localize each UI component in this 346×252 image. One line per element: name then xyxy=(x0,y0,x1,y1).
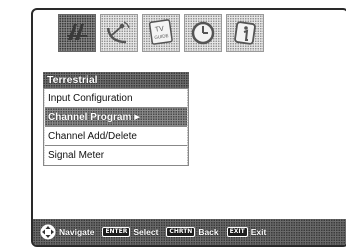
enter-key-icon: ENTER xyxy=(102,227,131,237)
info-icon[interactable] xyxy=(226,14,264,52)
timer-icon[interactable] xyxy=(184,14,222,52)
footer-hints: Navigate ENTER Select CHRTN Back EXIT Ex… xyxy=(33,219,346,245)
navigate-hint: Navigate xyxy=(40,224,94,240)
menu-item-label: Signal Meter xyxy=(48,150,105,161)
satellite-icon[interactable] xyxy=(100,14,138,52)
tv-guide-icon[interactable]: TV GUIDE xyxy=(142,14,180,52)
setup-icon[interactable] xyxy=(58,14,96,52)
menu-item-channel-program[interactable]: Channel Program ▶ xyxy=(45,108,187,127)
menu-list: Input Configuration Channel Program ▶ Cha… xyxy=(43,88,189,166)
back-hint: CHRTN Back xyxy=(166,227,219,237)
select-hint: ENTER Select xyxy=(102,227,158,237)
menu-item-label: Input Configuration xyxy=(48,93,133,104)
menu-item-label: Channel Program xyxy=(48,112,132,123)
menu-item-input-configuration[interactable]: Input Configuration xyxy=(45,89,187,108)
menu-item-signal-meter[interactable]: Signal Meter xyxy=(45,146,187,165)
satellite-dish-glyph xyxy=(106,21,130,44)
info-glyph xyxy=(234,21,256,45)
dpad-icon xyxy=(40,224,56,240)
menu-item-label: Channel Add/Delete xyxy=(48,131,137,142)
chrtn-key-icon: CHRTN xyxy=(166,227,196,237)
exit-hint: EXIT Exit xyxy=(226,227,267,237)
back-label: Back xyxy=(198,227,219,237)
menu-item-channel-add-delete[interactable]: Channel Add/Delete xyxy=(45,127,187,146)
exit-label: Exit xyxy=(250,227,267,237)
select-label: Select xyxy=(133,227,159,237)
clock-glyph xyxy=(191,21,215,45)
setup-icon-glyph xyxy=(67,24,87,40)
tv-menu-screen: TV GUIDE Terrestrial Input Configuration… xyxy=(31,8,346,247)
submenu-arrow-icon: ▶ xyxy=(134,114,140,121)
tv-guide-glyph: TV GUIDE xyxy=(148,19,173,45)
exit-key-icon: EXIT xyxy=(226,227,248,237)
svg-text:TV: TV xyxy=(155,26,165,34)
navigate-label: Navigate xyxy=(59,227,95,237)
menu-title: Terrestrial xyxy=(43,72,189,88)
